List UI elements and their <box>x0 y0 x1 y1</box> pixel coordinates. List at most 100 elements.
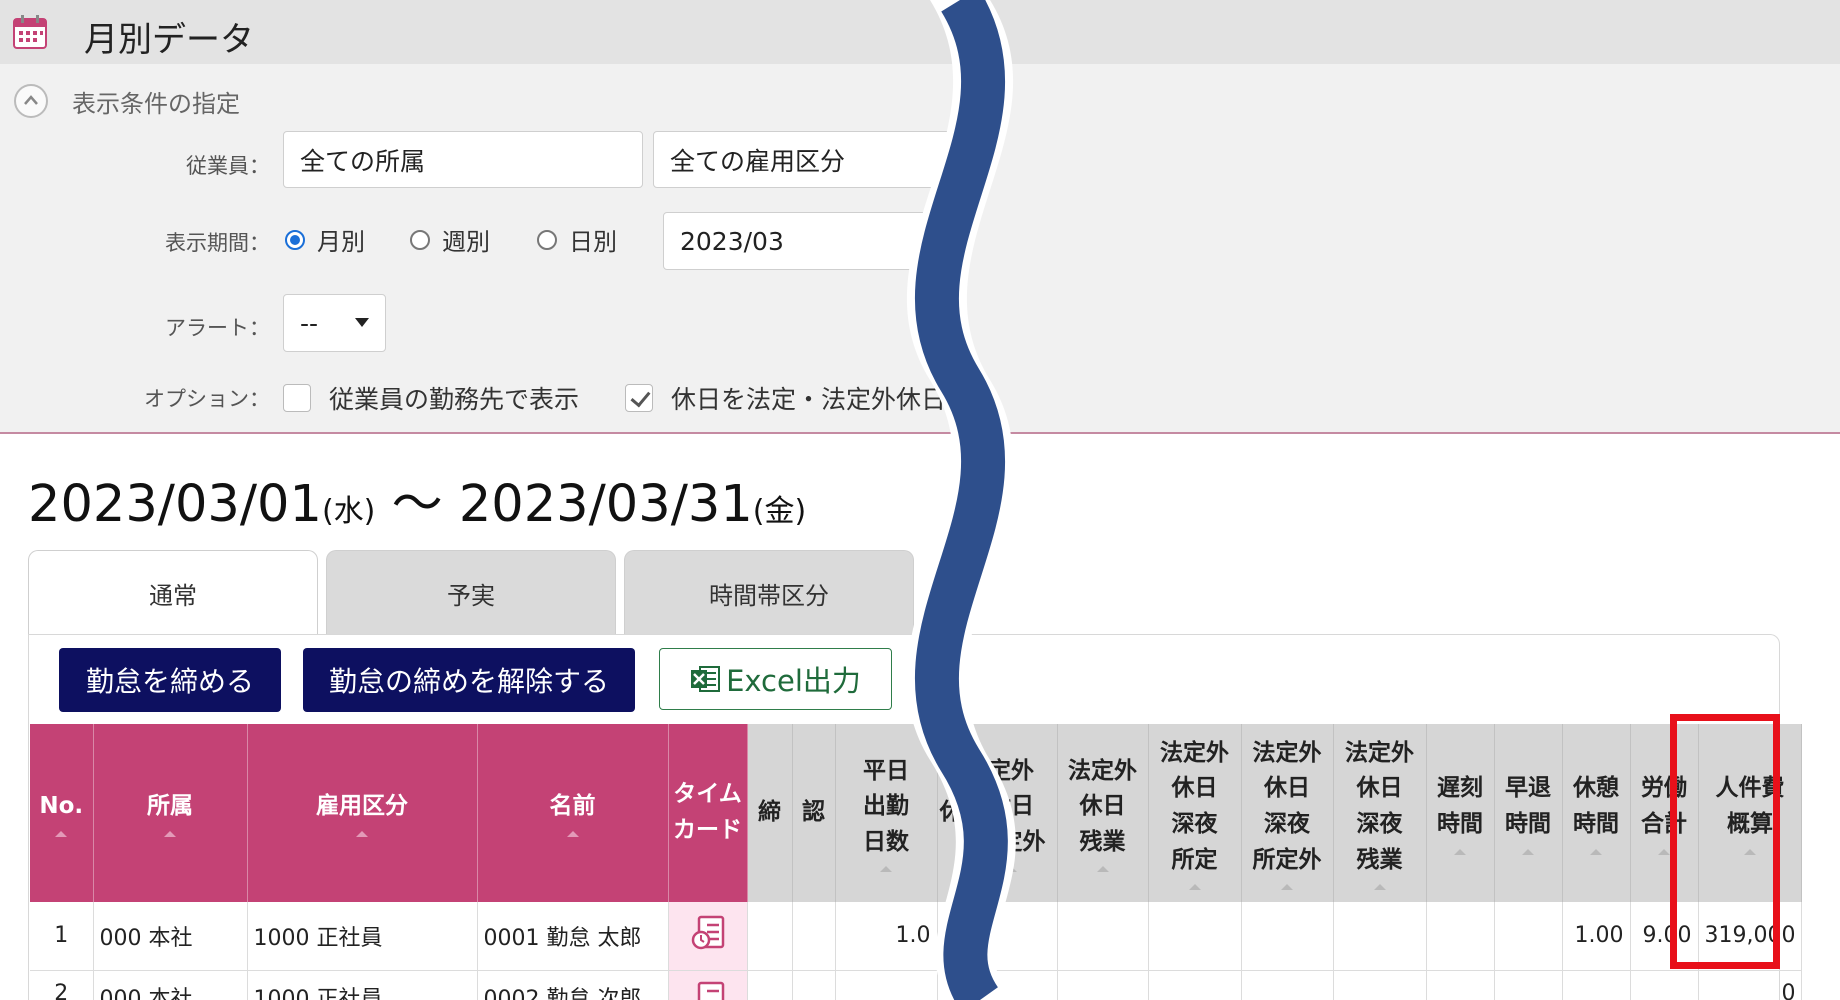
radio-daily[interactable]: 日別 <box>537 222 617 257</box>
cell-affiliation: 000 本社 <box>93 970 248 1000</box>
affiliation-select[interactable]: 全ての所属 <box>283 131 643 188</box>
cell-affiliation: 000 本社 <box>93 902 248 971</box>
col-header-early[interactable]: 早退 時間 <box>1494 724 1563 902</box>
excel-icon <box>691 666 721 692</box>
period-start: 2023/03/01 <box>28 475 322 534</box>
cell-timecard[interactable] <box>668 902 748 971</box>
collapse-toggle[interactable] <box>14 84 48 118</box>
col-header-name[interactable]: 名前 <box>477 724 669 902</box>
header-text: 時間 <box>1573 811 1619 837</box>
tab-time-zone[interactable]: 時間帯区分 <box>624 550 914 636</box>
cell-holiday-cut <box>937 902 966 971</box>
col-header-weekday-days[interactable]: 平日 出勤 日数 <box>835 724 938 902</box>
cell-weekday-days: 1.0 <box>835 902 938 971</box>
period-heading: 2023/03/01(水) ～ 2023/03/31(金) <box>28 462 806 536</box>
timecard-icon[interactable] <box>691 915 725 951</box>
header-text: 休日 <box>1264 775 1310 802</box>
checkbox-box <box>283 384 311 412</box>
cell-employment: 1000 正社員 <box>247 902 478 971</box>
col-header-out-night-outfixed[interactable]: 法定外休日深夜所定外 <box>1241 724 1334 902</box>
tab-normal[interactable]: 通常 <box>28 550 318 636</box>
radio-monthly[interactable]: 月別 <box>285 222 365 257</box>
header-text: 時間 <box>1505 811 1551 837</box>
timecard-icon[interactable] <box>691 981 725 1000</box>
cell-late <box>1426 902 1495 971</box>
month-input[interactable]: 2023/03 <box>663 212 953 270</box>
col-header-out-night-fixed[interactable]: 法定外 休日 深夜 所定 <box>1148 724 1242 902</box>
header-text: 所定 <box>1171 846 1218 873</box>
header-text: カード <box>673 817 742 843</box>
cell-approved <box>792 902 836 971</box>
header-text: 所定外 <box>1252 846 1322 873</box>
radio-weekly[interactable]: 週別 <box>410 222 490 257</box>
col-header-timecard: タイム カード <box>668 724 748 902</box>
cell-break: 1.00 <box>1562 902 1631 971</box>
header-text: 深夜 <box>1171 811 1218 837</box>
cell-approved <box>792 970 836 1000</box>
cell-legal-holiday-fixed <box>965 970 1058 1000</box>
cell-out-night-outfixed <box>1241 970 1334 1000</box>
cell-out-night-fixed <box>1148 970 1242 1000</box>
cell-out-night-over <box>1333 902 1427 971</box>
option-label: オプション： <box>144 387 270 411</box>
cell-out-holiday-over <box>1057 902 1149 971</box>
header-text: 日数 <box>863 828 909 855</box>
header-text: 残業 <box>1356 846 1403 873</box>
header-text: 認 <box>802 799 825 826</box>
cell-weekday-days <box>835 970 938 1000</box>
col-header-out-night-over[interactable]: 法定外 休日 深夜 残業 <box>1333 724 1427 902</box>
close-attendance-button[interactable]: 勤怠を締める <box>59 648 281 712</box>
col-header-no[interactable]: No. <box>30 724 94 902</box>
header-text: 深夜 <box>1264 811 1310 837</box>
unclose-attendance-button[interactable]: 勤怠の締めを解除する <box>303 648 635 712</box>
table-row[interactable]: 2 000 本社 1000 正社員 0002 勤怠 次郎 0 <box>30 970 1803 1000</box>
period-end: 2023/03/31 <box>458 475 753 534</box>
employment-select[interactable]: 全ての雇用区分 <box>653 131 953 188</box>
checkbox-box <box>625 384 653 412</box>
cell-employment: 1000 正社員 <box>247 970 478 1000</box>
employee-label: 従業員： <box>186 154 270 178</box>
cell-early <box>1494 970 1563 1000</box>
radio-dot <box>410 229 430 250</box>
radio-label: 週別 <box>442 228 490 256</box>
header-text: 法定外 <box>1345 739 1414 766</box>
option-workplace-checkbox[interactable]: 従業員の勤務先で表示 <box>283 380 579 416</box>
header-text: 休日 <box>1171 775 1218 802</box>
checkbox-label: 休日を法定・法定外休日 <box>671 385 947 414</box>
header-text: タイム <box>673 781 742 808</box>
col-header-out-holiday-over[interactable]: 法定外 休日 残業 <box>1057 724 1149 902</box>
header-text: 休憩 <box>1573 775 1619 802</box>
cell-out-night-outfixed <box>1241 902 1334 971</box>
header-text: 定外 <box>988 757 1034 784</box>
excel-export-label: Excel出力 <box>726 664 861 698</box>
excel-export-button[interactable]: Excel出力 <box>659 648 892 710</box>
cell-no: 2 <box>30 970 94 1000</box>
period-label: 表示期間： <box>165 231 270 255</box>
table-row[interactable]: 1 000 本社 1000 正社員 0001 勤怠 太郎 1.0 1.00 9.… <box>30 902 1803 971</box>
cell-closed <box>747 970 793 1000</box>
alert-select[interactable]: -- <box>283 294 386 352</box>
col-header-legal-holiday-fixed[interactable]: 定外 休日 所定外 <box>965 724 1058 902</box>
header-text: 残業 <box>1079 828 1126 855</box>
condition-header: 表示条件の指定 <box>72 90 240 118</box>
header-text: 雇用区分 <box>316 793 408 820</box>
col-header-late[interactable]: 遅刻 時間 <box>1426 724 1495 902</box>
cell-legal-holiday-fixed <box>965 902 1058 971</box>
header-text: 法定外 <box>1252 739 1322 766</box>
col-header-break[interactable]: 休憩 時間 <box>1562 724 1631 902</box>
checkbox-label: 従業員の勤務先で表示 <box>329 385 580 414</box>
cell-timecard[interactable] <box>668 970 748 1000</box>
header-text: 遅刻 <box>1437 775 1483 802</box>
radio-dot <box>537 229 557 250</box>
tab-plan-actual[interactable]: 予実 <box>326 550 616 636</box>
col-header-affiliation[interactable]: 所属 <box>93 724 248 902</box>
cell-total <box>1630 970 1699 1000</box>
header-text: 所属 <box>147 793 193 820</box>
page-title: 月別データ <box>84 20 254 60</box>
cell-closed <box>747 902 793 971</box>
col-header-employment[interactable]: 雇用区分 <box>247 724 478 902</box>
caret-down-icon <box>355 318 369 327</box>
header-text: 平日 <box>863 757 909 784</box>
option-holiday-checkbox[interactable]: 休日を法定・法定外休日 <box>625 380 946 416</box>
col-header-closed: 締 <box>747 724 793 902</box>
